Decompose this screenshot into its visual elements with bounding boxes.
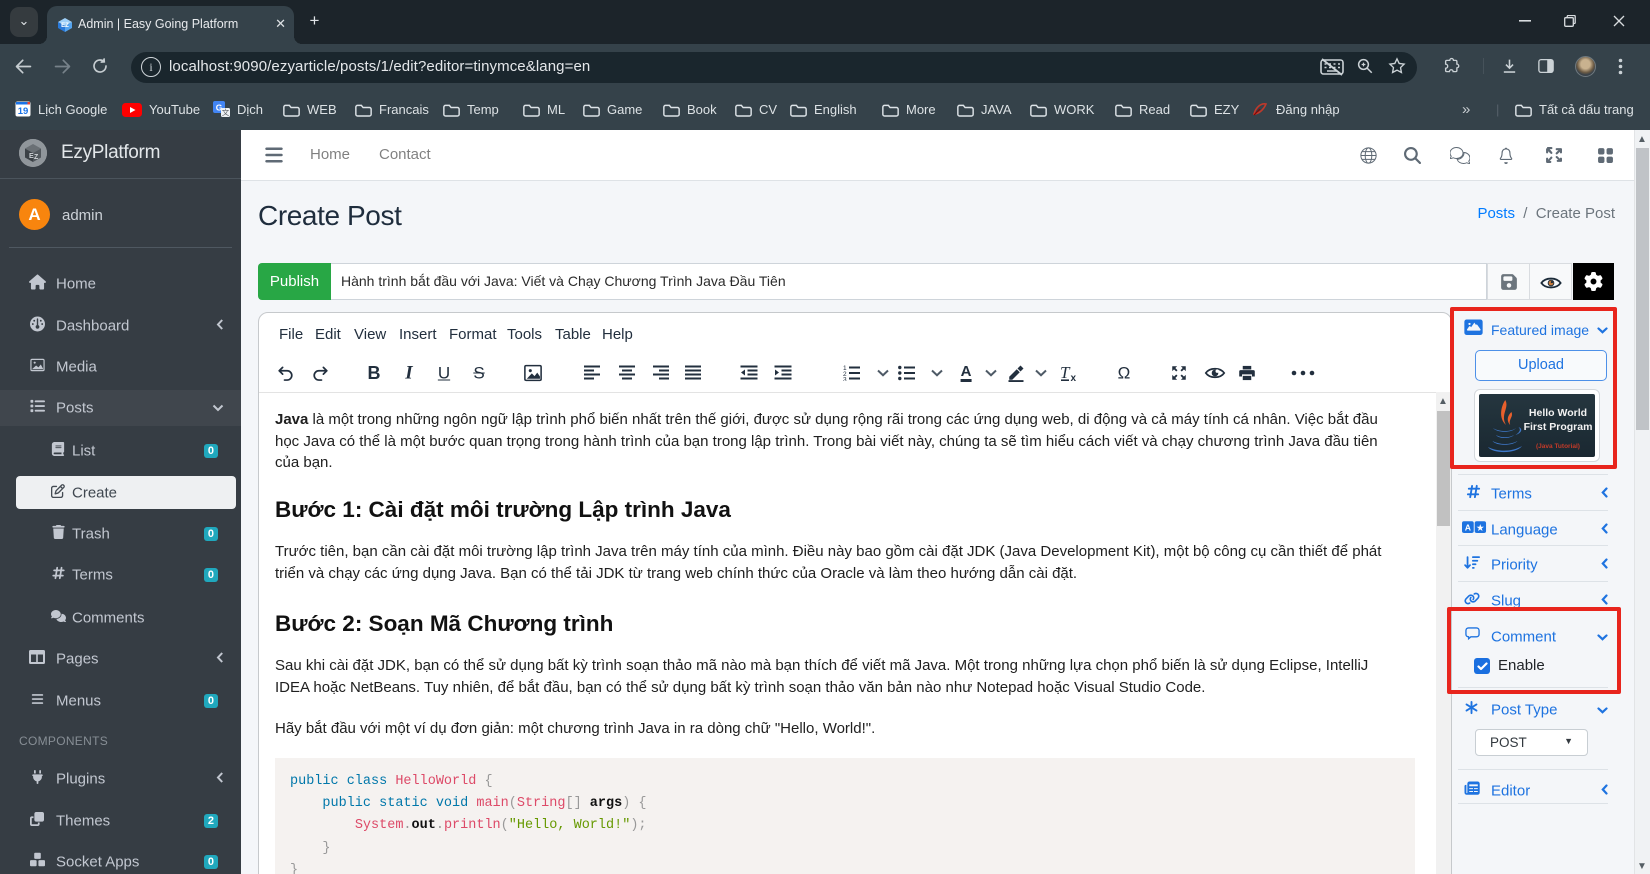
svg-text:3: 3	[843, 376, 847, 381]
svg-text:★: ★	[1476, 523, 1485, 534]
svg-text:A: A	[1465, 522, 1472, 532]
svg-text:T: T	[1060, 364, 1071, 382]
svg-text:文: 文	[222, 107, 230, 117]
svg-text:Z: Z	[34, 154, 39, 161]
svg-text:EZ: EZ	[61, 23, 69, 29]
svg-text:x: x	[1071, 373, 1077, 382]
svg-text:19: 19	[18, 106, 29, 117]
